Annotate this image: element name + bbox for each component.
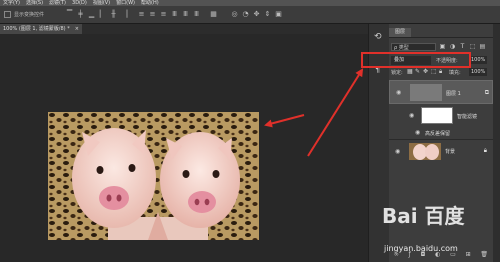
watermark-url: jingyan.baidu.com — [384, 244, 458, 253]
arrow-to-blend-mode — [307, 68, 364, 157]
baidu-logo: Bai 百度 — [382, 204, 465, 228]
arrow-to-photo — [264, 114, 305, 128]
